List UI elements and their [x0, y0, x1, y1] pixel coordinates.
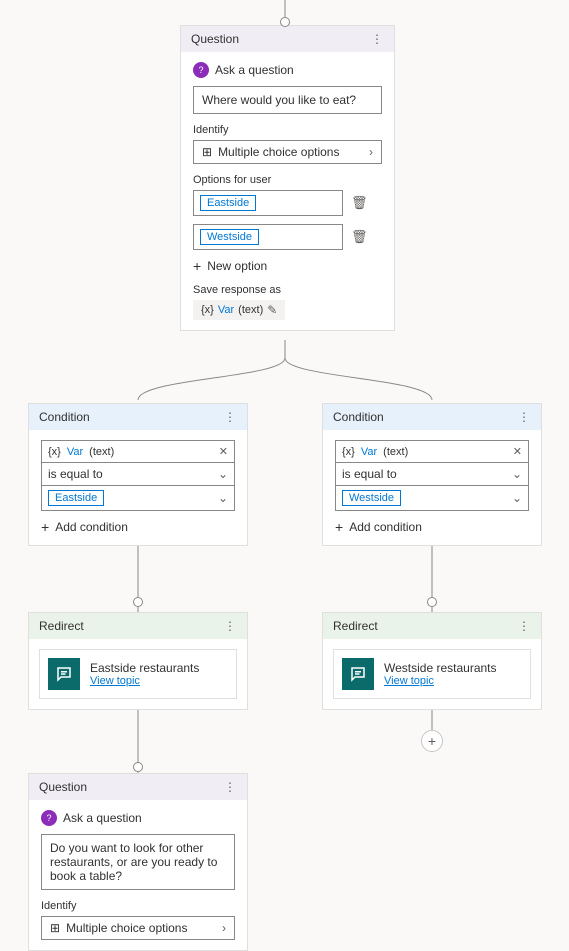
node-menu-icon[interactable]: ⋮ [224, 780, 237, 794]
plus-icon: + [193, 258, 201, 274]
condition-header-title: Condition [333, 410, 384, 424]
redirect-title: Eastside restaurants [90, 661, 199, 675]
variable-pill[interactable]: {x} Var (text) ✎ [193, 300, 285, 320]
var-name: Var [218, 304, 234, 316]
plus-icon: + [41, 519, 49, 535]
option-row: Westside 🗑 [193, 224, 382, 250]
question-header: Question ⋮ [29, 774, 247, 800]
redirect-node-left: Redirect ⋮ Eastside restaurants View top… [28, 612, 248, 710]
port-above-redirect-left [133, 597, 143, 607]
trash-icon[interactable]: 🗑 [351, 195, 368, 211]
grid-icon: ⊞ [202, 145, 212, 159]
chat-icon [342, 658, 374, 690]
condition-header: Condition ⋮ [29, 404, 247, 430]
redirect-card: Eastside restaurants View topic [39, 649, 237, 699]
redirect-header: Redirect ⋮ [29, 613, 247, 639]
ask-question-label: Ask a question [63, 811, 142, 825]
value-select[interactable]: Westside ⌄ [335, 485, 529, 511]
save-response-label: Save response as [193, 284, 382, 296]
question-prompt-input[interactable]: Where would you like to eat? [193, 86, 382, 114]
port-above-redirect-right [427, 597, 437, 607]
clear-icon[interactable]: ✕ [219, 445, 228, 458]
redirect-header: Redirect ⋮ [323, 613, 541, 639]
question-icon: ? [41, 810, 57, 826]
view-topic-link[interactable]: View topic [384, 675, 497, 687]
add-node-button[interactable]: + [421, 730, 443, 752]
plus-icon: + [335, 519, 343, 535]
node-menu-icon[interactable]: ⋮ [518, 619, 531, 633]
port-above-question2 [133, 762, 143, 772]
redirect-node-right: Redirect ⋮ Westside restaurants View top… [322, 612, 542, 710]
identify-select[interactable]: ⊞ Multiple choice options › [41, 916, 235, 940]
question-header: Question ⋮ [181, 26, 394, 52]
chevron-down-icon: ⌄ [218, 467, 228, 481]
question-node-2: Question ⋮ ? Ask a question Do you want … [28, 773, 248, 951]
question-header-title: Question [39, 780, 87, 794]
identify-value: Multiple choice options [218, 145, 339, 159]
condition-variable-box[interactable]: {x} Var (text) ✕ [335, 440, 529, 463]
identify-label: Identify [193, 124, 382, 136]
question-icon: ? [193, 62, 209, 78]
chevron-down-icon: ⌄ [512, 467, 522, 481]
operator-select[interactable]: is equal to ⌄ [335, 462, 529, 486]
pencil-icon[interactable]: ✎ [267, 303, 277, 317]
redirect-card: Westside restaurants View topic [333, 649, 531, 699]
condition-node-right: Condition ⋮ {x} Var (text) ✕ is equal to… [322, 403, 542, 546]
chevron-right-icon: › [369, 145, 373, 159]
chevron-right-icon: › [222, 921, 226, 935]
node-menu-icon[interactable]: ⋮ [518, 410, 531, 424]
condition-header-title: Condition [39, 410, 90, 424]
condition-header: Condition ⋮ [323, 404, 541, 430]
chevron-down-icon: ⌄ [512, 491, 522, 505]
clear-icon[interactable]: ✕ [513, 445, 522, 458]
option-input-2[interactable]: Westside [193, 224, 343, 250]
node-menu-icon[interactable]: ⋮ [224, 410, 237, 424]
identify-select[interactable]: ⊞ Multiple choice options › [193, 140, 382, 164]
chat-icon [48, 658, 80, 690]
add-condition-button[interactable]: + Add condition [335, 519, 529, 535]
value-select[interactable]: Eastside ⌄ [41, 485, 235, 511]
trash-icon[interactable]: 🗑 [351, 229, 368, 245]
chevron-down-icon: ⌄ [218, 491, 228, 505]
option-input-1[interactable]: Eastside [193, 190, 343, 216]
question-prompt-input[interactable]: Do you want to look for other restaurant… [41, 834, 235, 890]
option-row: Eastside 🗑 [193, 190, 382, 216]
new-option-button[interactable]: + New option [193, 258, 382, 274]
redirect-header-title: Redirect [39, 619, 84, 633]
var-prefix: {x} [201, 304, 214, 316]
question-header-title: Question [191, 32, 239, 46]
identify-label: Identify [41, 900, 235, 912]
node-menu-icon[interactable]: ⋮ [371, 32, 384, 46]
view-topic-link[interactable]: View topic [90, 675, 199, 687]
port-top-question [280, 17, 290, 27]
grid-icon: ⊞ [50, 921, 60, 935]
options-label: Options for user [193, 174, 382, 186]
add-condition-button[interactable]: + Add condition [41, 519, 235, 535]
node-menu-icon[interactable]: ⋮ [224, 619, 237, 633]
ask-question-label: Ask a question [215, 63, 294, 77]
condition-node-left: Condition ⋮ {x} Var (text) ✕ is equal to… [28, 403, 248, 546]
identify-value: Multiple choice options [66, 921, 187, 935]
redirect-header-title: Redirect [333, 619, 378, 633]
var-type: (text) [238, 304, 263, 316]
redirect-title: Westside restaurants [384, 661, 497, 675]
question-node-1: Question ⋮ ? Ask a question Where would … [180, 25, 395, 331]
operator-select[interactable]: is equal to ⌄ [41, 462, 235, 486]
condition-variable-box[interactable]: {x} Var (text) ✕ [41, 440, 235, 463]
